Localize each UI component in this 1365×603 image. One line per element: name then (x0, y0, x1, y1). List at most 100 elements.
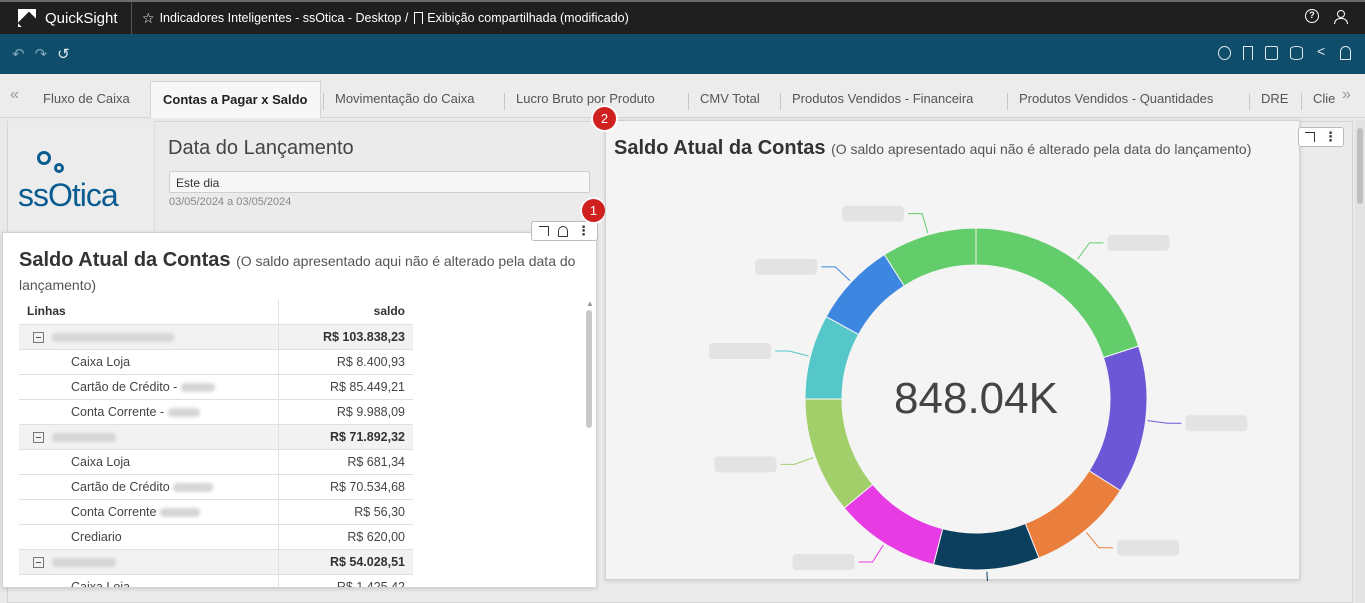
row-value: R$ 8.400,93 (277, 349, 413, 375)
leader-line (858, 544, 884, 563)
row-value: R$ 103.838,23 (277, 324, 413, 350)
donut-slice[interactable] (1088, 345, 1148, 492)
tabs-scroll-left-icon[interactable]: « (10, 86, 19, 104)
row-value: R$ 56,30 (277, 499, 413, 525)
leader-line (986, 571, 988, 581)
table-row: Caixa Loja R$ 681,34 (19, 449, 413, 475)
schedule-icon[interactable] (1218, 46, 1231, 60)
table-row: Crediario R$ 620,00 (19, 524, 413, 550)
tabs-scroll-right-icon[interactable]: » (1342, 86, 1351, 104)
toolbar: ↶ ↷ ↺ (0, 34, 1365, 74)
leader-line (908, 213, 929, 234)
donut-slice[interactable] (1024, 470, 1122, 559)
star-icon[interactable]: ☆ (142, 10, 155, 27)
sheet-tabs: « Fluxo de Caixa Contas a Pagar x Saldo … (0, 74, 1365, 118)
visual1-toolbar: ⋮ (531, 221, 598, 241)
quicksight-logo-icon (18, 9, 36, 27)
table-row: Conta Corrente - R$ 9.988,09 (19, 399, 413, 425)
expand-icon[interactable] (539, 226, 549, 236)
row-label: Conta Corrente (71, 504, 157, 519)
table-row: Cartão de Crédito - R$ 85.449,21 (19, 374, 413, 400)
breadcrumb-view[interactable]: Exibição compartilhada (modificado) (427, 11, 628, 25)
bookmark-icon (414, 12, 424, 24)
blurred-slice-label (714, 456, 777, 473)
donut-slice[interactable] (804, 398, 874, 509)
visual1-title: Saldo Atual da Contas (O saldo apresenta… (19, 249, 589, 297)
scroll-up-icon[interactable]: ▲ (586, 299, 594, 308)
table-row: Cartão de Crédito R$ 70.534,68 (19, 474, 413, 500)
row-value: R$ 1.425,42 (277, 574, 413, 587)
row-label: Caixa Loja (19, 449, 278, 475)
collapse-icon[interactable] (33, 331, 44, 343)
undo-icon[interactable]: ↶ (12, 45, 25, 63)
brand-name: QuickSight (45, 9, 118, 27)
page-scrollbar-thumb[interactable] (1357, 128, 1363, 204)
donut-center-value: 848.04K (894, 374, 1058, 423)
bell-icon[interactable] (1340, 46, 1351, 60)
brand[interactable]: QuickSight (0, 2, 132, 34)
table-row: Conta Corrente R$ 56,30 (19, 499, 413, 525)
alert-add-icon[interactable] (558, 225, 568, 237)
reset-icon[interactable]: ↺ (57, 45, 70, 63)
redo-icon[interactable]: ↷ (35, 45, 48, 63)
more-options-icon[interactable]: ⋮ (1324, 130, 1337, 143)
expand-icon[interactable] (1305, 132, 1315, 142)
blurred-slice-label (1185, 415, 1248, 432)
blurred-slice-label (1107, 234, 1170, 251)
share-icon[interactable] (1315, 43, 1328, 60)
donut-chart: 848.04K (709, 205, 1248, 581)
row-value: R$ 9.988,09 (277, 399, 413, 425)
tab-contas-a-pagar-x-saldo[interactable]: Contas a Pagar x Saldo (150, 81, 321, 118)
leader-line (775, 350, 809, 357)
row-value: R$ 85.449,21 (277, 374, 413, 400)
blurred-label (52, 432, 116, 442)
table-header-row: Linhas saldo (19, 300, 413, 325)
row-value: R$ 70.534,68 (277, 474, 413, 500)
logo-ring-icon (37, 151, 51, 165)
date-filter-range: 03/05/2024 a 03/05/2024 (169, 196, 292, 208)
blurred-label (173, 482, 214, 492)
tab-clie[interactable]: Clie (1300, 81, 1335, 118)
table-scrollbar[interactable] (586, 310, 592, 428)
database-icon[interactable] (1290, 46, 1303, 60)
donut-slice[interactable] (932, 522, 1040, 571)
download-icon[interactable] (1265, 46, 1278, 60)
saldo-table-visual[interactable]: Saldo Atual da Contas (O saldo apresenta… (2, 232, 597, 588)
leader-line (1077, 242, 1104, 260)
tab-produtos-vendidos-quantidades[interactable]: Produtos Vendidos - Quantidades (1006, 81, 1213, 118)
row-label: Caixa Loja (19, 574, 278, 587)
more-options-icon[interactable]: ⋮ (577, 224, 590, 237)
header-rows[interactable]: Linhas (19, 300, 278, 325)
breadcrumb: ☆ Indicadores Inteligentes - ssOtica - D… (142, 10, 629, 27)
tab-fluxo-de-caixa[interactable]: Fluxo de Caixa (43, 81, 130, 118)
tab-cmv-total[interactable]: CMV Total (688, 81, 760, 118)
filter-title: Data do Lançamento (168, 137, 354, 159)
help-icon[interactable]: ? (1305, 9, 1319, 23)
logo-box: ssOtica (8, 121, 155, 231)
blurred-label (52, 332, 174, 342)
table-row: Caixa Loja R$ 1.425,42 (19, 574, 413, 587)
row-value: R$ 71.892,32 (277, 424, 413, 450)
date-filter-input[interactable]: Este dia (169, 171, 590, 193)
blurred-slice-label (1117, 539, 1180, 556)
tab-movimentacao-do-caixa[interactable]: Movimentação do Caixa (322, 81, 474, 118)
donut-slice[interactable] (843, 483, 944, 566)
bookmark-icon[interactable] (1243, 46, 1253, 60)
blurred-label (180, 382, 215, 392)
logo-ring-small-icon (54, 163, 64, 173)
leader-line (821, 266, 851, 281)
tab-dre[interactable]: DRE (1248, 81, 1288, 118)
donut-slice[interactable] (883, 227, 977, 287)
row-value: R$ 620,00 (277, 524, 413, 550)
user-icon[interactable] (1333, 9, 1348, 24)
visual2-toolbar: ⋮ (1298, 127, 1344, 147)
collapse-icon[interactable] (33, 431, 44, 443)
tab-produtos-vendidos-financeira[interactable]: Produtos Vendidos - Financeira (779, 81, 973, 118)
collapse-icon[interactable] (33, 556, 44, 568)
header-saldo[interactable]: saldo (277, 300, 413, 325)
blurred-label (159, 507, 200, 517)
saldo-donut-visual[interactable]: Saldo Atual da Contas (O saldo apresenta… (605, 120, 1300, 581)
breadcrumb-dashboard[interactable]: Indicadores Inteligentes - ssOtica - Des… (160, 11, 409, 25)
annotation-badge-1: 1 (582, 199, 605, 222)
tab-lucro-bruto-por-produto[interactable]: Lucro Bruto por Produto (504, 81, 655, 118)
